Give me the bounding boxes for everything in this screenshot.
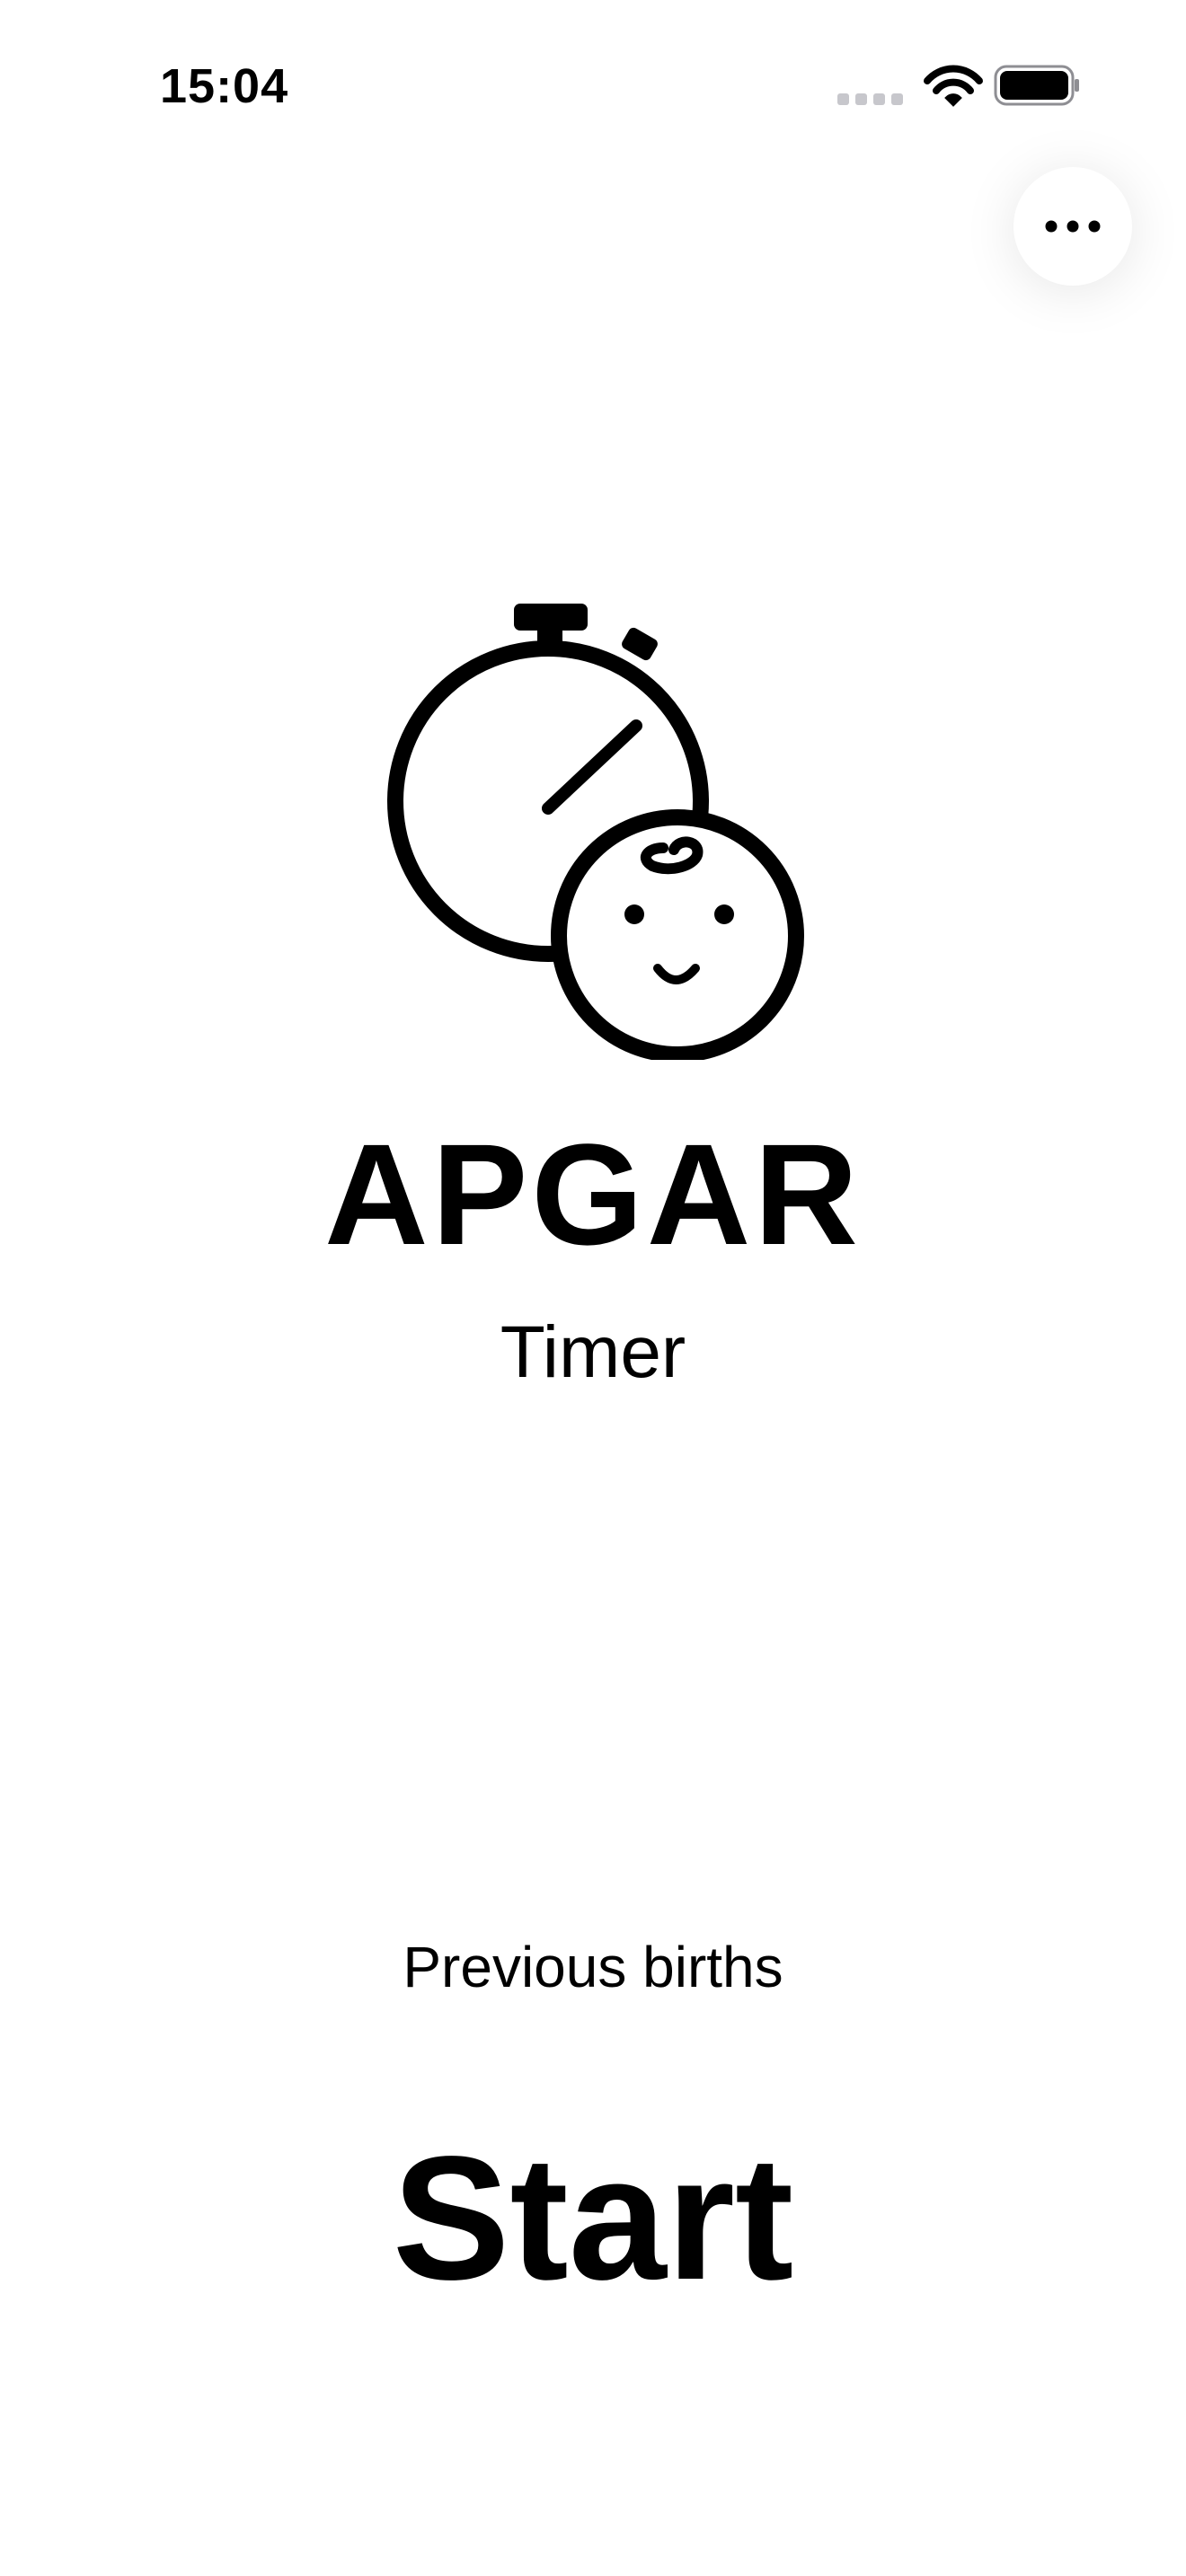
more-dots-icon [1045,220,1101,233]
battery-icon [994,65,1079,106]
status-time: 15:04 [160,59,289,113]
app-subtitle: Timer [500,1311,686,1393]
start-button[interactable]: Start [323,2120,863,2317]
status-bar: 15:04 [0,0,1186,171]
app-title: APGAR [324,1114,862,1275]
previous-births-link[interactable]: Previous births [0,1931,1186,2003]
signal-icon [837,93,903,105]
stopwatch-baby-icon [387,604,804,1060]
more-options-button[interactable] [1013,167,1132,286]
status-icons [837,65,1079,107]
wifi-icon [924,65,983,107]
